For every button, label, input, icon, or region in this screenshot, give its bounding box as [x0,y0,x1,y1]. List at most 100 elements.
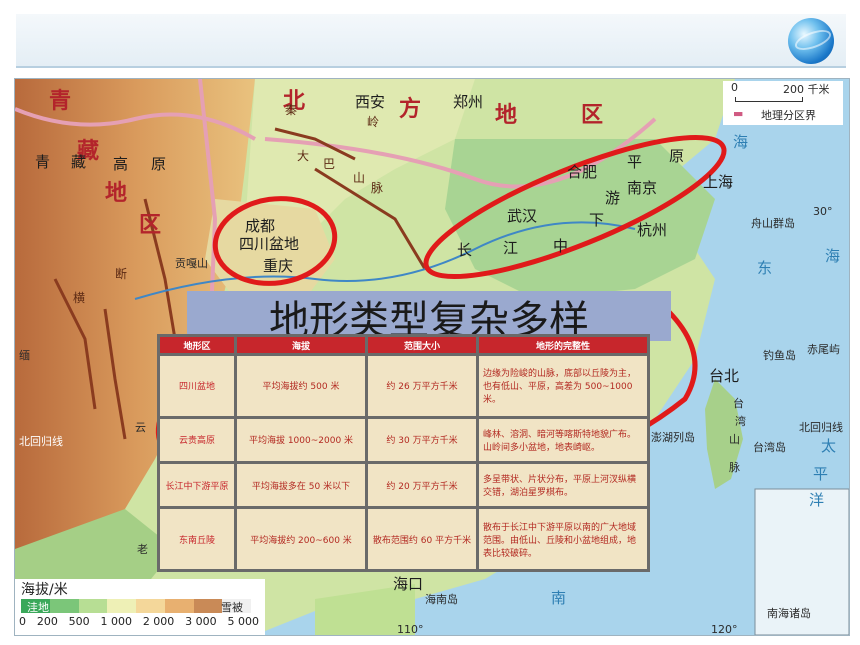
mountain-label: 秦 [285,103,298,117]
table-cell: 东南丘陵 [157,506,237,572]
sea-label: 东 [757,259,773,277]
plateau-char: 原 [151,155,167,173]
legend-right-label: 雪被 [221,601,243,614]
diaoyu-label: 钓鱼岛 [763,349,796,362]
ramp-swatch [78,599,108,613]
river-char: 中 [553,237,569,255]
table-cell: 平均海拔约 200~600 米 [234,506,368,572]
taiwan-mtn-char: 脉 [729,461,740,474]
scale-zero: 0 [731,81,738,94]
table-cell: 边缘为险峻的山脉，底部以丘陵为主，也有低山、平原，高差为 500~1000 米。 [476,353,650,419]
taiwan-mtn-char: 山 [729,433,740,446]
mountain-label: 横 [73,291,86,305]
lon-120-label: 120° [711,623,738,636]
city-hangzhou: 杭州 [637,221,668,239]
table-cell: 平均海拔多在 50 米以下 [234,460,368,510]
city-zhengzhou: 郑州 [453,93,484,111]
table-header: 海拔 [234,334,368,356]
mountain-label: 脉 [371,181,384,195]
table-cell: 散布范围约 60 平方千米 [365,506,479,572]
table-row: 四川盆地 平均海拔约 500 米 约 26 万平方千米 边缘为险峻的山脉，底部以… [157,353,650,419]
sea-label: 南 [551,589,567,607]
table-cell: 峰林、溶洞、暗河等喀斯特地貌广布。山岭间多小盆地，地表崎岖。 [476,415,650,464]
city-wuhan: 武汉 [507,207,538,225]
plateau-char: 青 [35,153,51,171]
region-char: 地 [495,103,518,128]
sichuan-basin-label: 四川盆地 [239,235,300,253]
taiwan-island-label: 台湾岛 [753,441,786,454]
legend-tick: 200 [36,615,58,628]
plateau-char: 高 [113,155,129,173]
plain-char: 原 [669,147,685,165]
globe-icon [788,18,834,64]
ramp-swatch [49,599,79,613]
legend-tick: 3 000 [185,615,217,628]
city-taibei: 台北 [709,367,740,385]
mountain-label: 岭 [367,115,380,129]
sea-label: 太 [821,437,837,455]
legend-tick: 2 000 [142,615,175,628]
mountain-label: 大 [297,149,310,163]
header-band [16,14,846,68]
table-row: 东南丘陵 平均海拔约 200~600 米 散布范围约 60 平方千米 散布于长江… [157,506,650,572]
ramp-swatch [164,599,194,613]
legend-tick: 5 000 [227,615,259,628]
table-cell: 平均海拔约 500 米 [234,353,368,419]
region-char: 方 [399,97,422,122]
lon-110-label: 110° [397,623,424,636]
legend-title: 海拔/米 [21,582,68,598]
river-char: 下 [589,211,605,229]
ramp-swatch [136,599,165,613]
boundary-label: 地理分区界 [761,109,816,122]
region-label: 云 [135,421,146,434]
table-cell: 约 20 万平方千米 [365,460,479,510]
table-cell: 约 26 万平方千米 [365,353,479,419]
ramp-swatch [193,599,223,613]
country-label: 缅 [19,349,30,362]
elevation-legend: 海拔/米 洼地 雪被 0 200 500 1 000 2 000 3 000 5… [15,579,265,635]
sea-label: 平 [813,465,829,483]
city-chongqing: 重庆 [263,257,294,275]
legend-color-ramp [21,599,251,613]
plateau-char: 藏 [71,153,87,171]
taiwan-mtn-char: 湾 [735,415,746,428]
sea-label: 海 [733,133,749,151]
sea-label: 洋 [809,491,825,509]
city-xian: 西安 [355,93,386,111]
region-char: 区 [139,213,162,238]
region-char: 青 [49,89,72,114]
ramp-swatch [107,599,136,613]
tropic-label: 北回归线 [799,421,843,434]
scale-line [735,97,803,102]
table-cell: 散布于长江中下游平原以南的广大地域范围。由低山、丘陵和小盆地组成，地表比较破碎。 [476,506,650,572]
lat-30-label: 30° [813,205,833,218]
legend-left-label: 洼地 [27,601,49,614]
table-header: 范围大小 [365,334,479,356]
table-cell: 四川盆地 [157,353,237,419]
boundary-symbol: ▬ [733,107,744,120]
sea-label: 海 [825,247,841,265]
table-cell: 云贵高原 [157,415,237,464]
mountain-label: 巴 [323,157,336,171]
country-label: 老 [137,543,148,556]
penghu-label: 澎湖列岛 [651,431,695,444]
table-cell: 平均海拔 1000~2000 米 [234,415,368,464]
taiwan-mtn-char: 台 [733,397,744,410]
table-header-row: 地形区 海拔 范围大小 地形的完整性 [157,334,650,356]
city-haikou: 海口 [393,575,424,593]
south-sea-islands-label: 南海诸岛 [767,607,811,620]
city-hefei: 合肥 [567,163,598,181]
peak-label: 贡嘎山 [175,257,208,270]
region-char: 地 [105,181,128,206]
terrain-table-container: 地形区 海拔 范围大小 地形的完整性 四川盆地 平均海拔约 500 米 约 26… [157,334,650,572]
table-cell: 长江中下游平原 [157,460,237,510]
river-char: 长 [457,241,473,259]
scale-distance: 200 千米 [783,83,830,96]
mountain-label: 山 [353,171,366,185]
zhoushan-label: 舟山群岛 [751,217,795,230]
hainan-island-label: 海南岛 [425,593,458,606]
mountain-label: 断 [115,267,128,281]
table-row: 云贵高原 平均海拔 1000~2000 米 约 30 万平方千米 峰林、溶洞、暗… [157,415,650,464]
slide-header [0,0,860,72]
chiwei-label: 赤尾屿 [807,343,840,356]
